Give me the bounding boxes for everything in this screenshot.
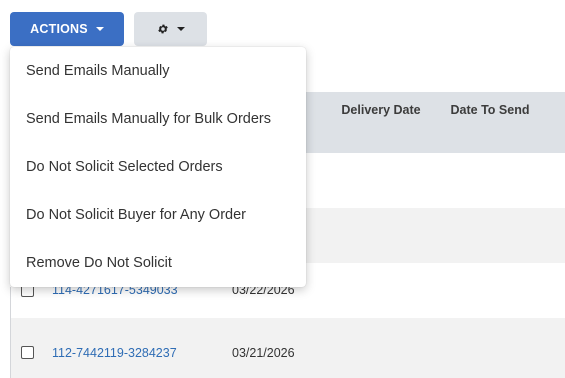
gear-icon (157, 24, 168, 34)
date-cell: 03/21/2026 (232, 346, 295, 360)
chevron-down-icon (95, 27, 104, 31)
menu-item-do-not-solicit-selected[interactable]: Do Not Solicit Selected Orders (10, 143, 306, 191)
column-header-date-to-send[interactable]: Date To Send (447, 103, 533, 118)
table-row: 112-7442119-3284237 03/21/2026 (10, 318, 565, 378)
menu-item-send-emails-bulk[interactable]: Send Emails Manually for Bulk Orders (10, 95, 306, 143)
settings-button[interactable] (134, 12, 207, 46)
menu-item-do-not-solicit-buyer[interactable]: Do Not Solicit Buyer for Any Order (10, 191, 306, 239)
actions-label: ACTIONS (30, 22, 88, 36)
actions-dropdown-menu: Send Emails Manually Send Emails Manuall… (10, 47, 306, 287)
menu-item-remove-do-not-solicit[interactable]: Remove Do Not Solicit (10, 239, 306, 287)
chevron-down-icon (176, 27, 185, 31)
column-header-delivery-date[interactable]: Delivery Date (333, 103, 429, 118)
table-border (10, 287, 11, 378)
order-link[interactable]: 112-7442119-3284237 (52, 346, 177, 360)
actions-button[interactable]: ACTIONS (10, 12, 124, 46)
row-checkbox[interactable] (21, 346, 34, 359)
menu-item-send-emails-manually[interactable]: Send Emails Manually (10, 47, 306, 95)
